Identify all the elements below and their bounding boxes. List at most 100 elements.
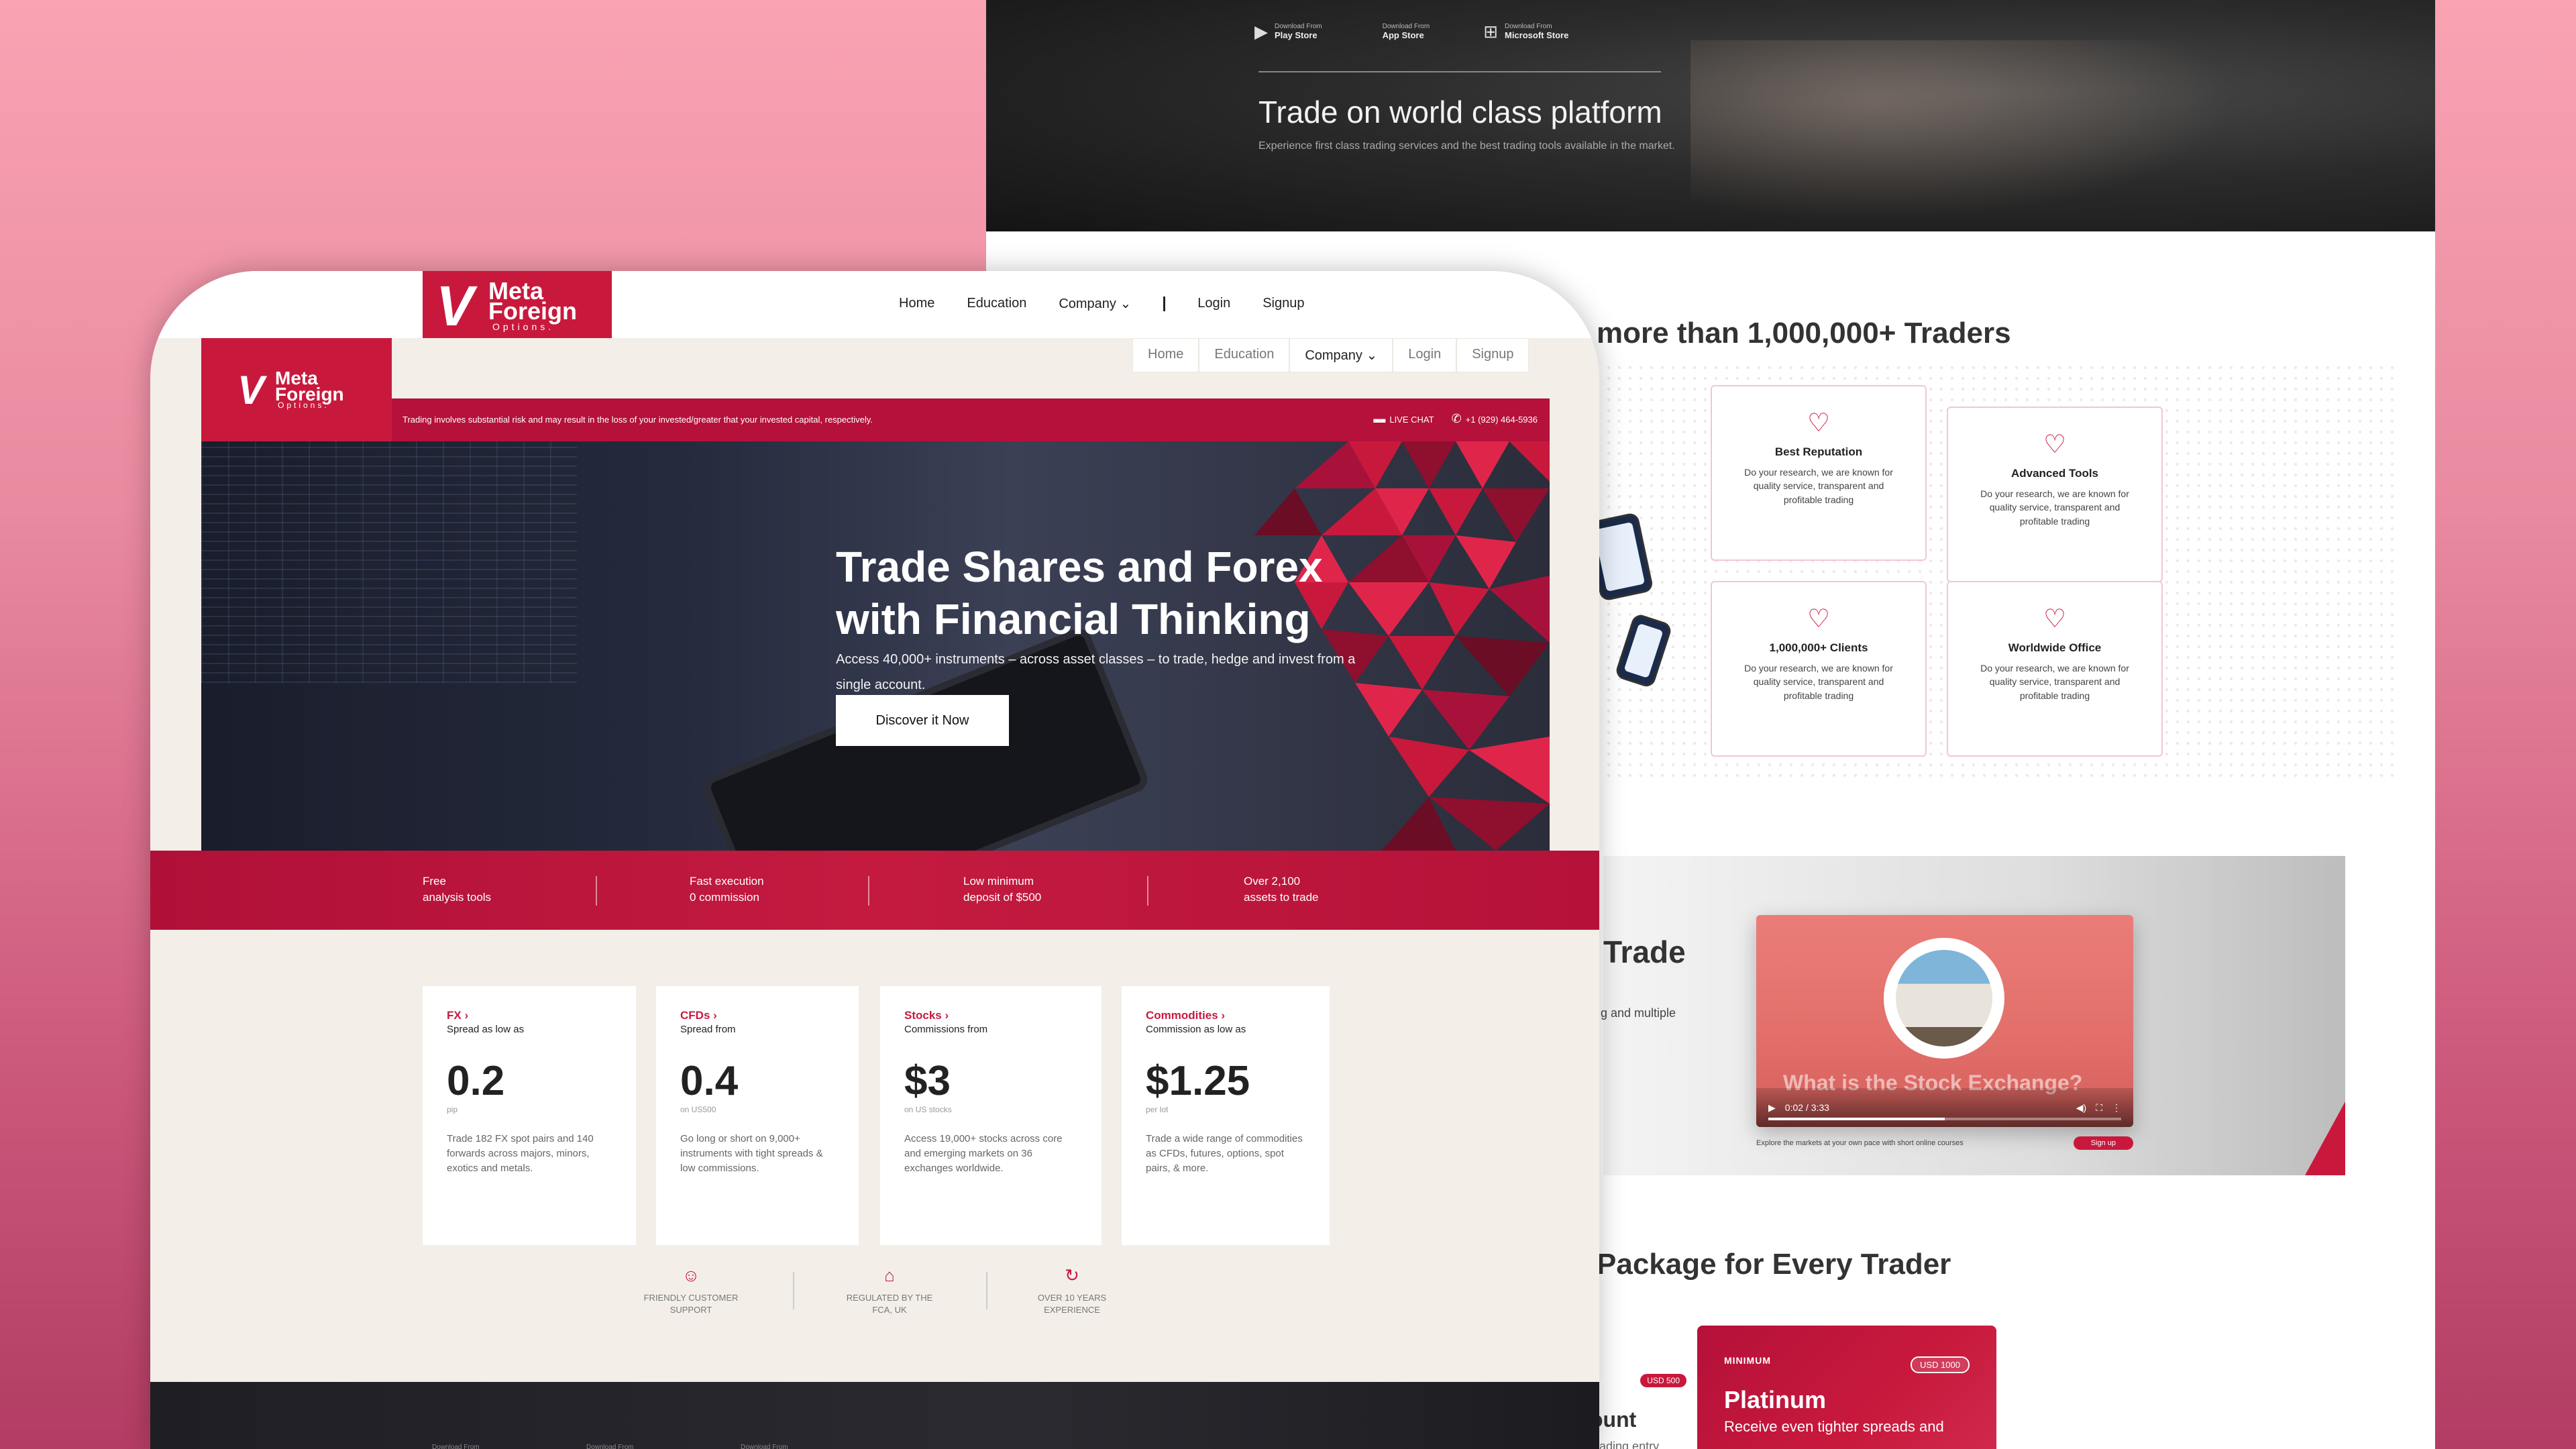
store-download-row: ▶ Download From Play Store Download From A… [1254,23,1568,40]
fullscreen-icon[interactable]: ⛶ [2096,1102,2102,1114]
package-heading: Package for Every Trader [1597,1248,1951,1281]
card-category[interactable]: Commodities › [1146,1009,1305,1022]
award-icon: ♡ [1807,409,1831,437]
video-progress-bar[interactable] [1768,1118,2121,1120]
play-icon[interactable]: ▶ [1768,1102,1776,1114]
badge-line: EXPERIENCE [1044,1305,1100,1316]
support-icon: ☺ [682,1265,700,1285]
bottom-store-link[interactable]: Download From [741,1444,788,1449]
trading-screen-image [201,441,577,683]
card-category[interactable]: Stocks › [904,1009,1077,1022]
card-unit: on US500 [680,1105,716,1114]
bottom-store-link[interactable]: Download From [432,1444,480,1449]
award-icon: ♡ [2043,605,2067,633]
card-value: 0.4 [680,1058,739,1104]
package-card-platinum[interactable]: MINIMUM USD 1000 Platinum Receive even t… [1697,1326,1996,1449]
more-options-icon[interactable]: ⋮ [2112,1102,2121,1114]
badge-line: FCA, UK [872,1305,907,1316]
card-unit: pip [447,1105,458,1114]
app-store-link[interactable]: Download From App Store [1376,23,1430,40]
bottom-store-link[interactable]: Download From [586,1444,634,1449]
feature-card-reputation: ♡ Best Reputation Do your research, we a… [1711,385,1927,561]
card-unit: on US stocks [904,1105,952,1114]
inner-nav-home[interactable]: Home [1132,338,1199,372]
play-store-icon: ▶ [1254,21,1268,42]
badge-line: REGULATED BY THE [846,1293,933,1303]
price-badge: USD 500 [1640,1374,1686,1387]
strip-line: assets to trade [1244,890,1319,904]
live-chat-label: LIVE CHAT [1389,415,1434,425]
brand-logo[interactable]: V Meta Foreign Options. [423,271,612,338]
features-strip: Free analysis tools Fast execution 0 commi… [150,851,1599,930]
explore-text: Explore the markets at your own pace wit… [1756,1139,1964,1147]
award-icon: ♡ [1807,605,1831,633]
market-card-commodities[interactable]: Commodities › Commission as low as $1.25… [1122,986,1330,1245]
card-desc: Trade 182 FX spot pairs and 140 forwards… [447,1133,594,1174]
accent-triangle [2305,1102,2345,1175]
strip-line: Free [423,875,446,888]
geometric-triangles [1254,441,1550,851]
market-card-fx[interactable]: FX › Spread as low as 0.2 pip Trade 182 … [423,986,636,1245]
nav-signup[interactable]: Signup [1263,296,1304,311]
hero-title: Trade Shares and Forex with Financial Th… [836,541,1323,645]
microsoft-store-link[interactable]: ⊞ Download From Microsoft Store [1483,23,1568,40]
divider [1258,71,1661,72]
card-value: $3 [904,1058,951,1104]
card-value: 0.2 [447,1058,505,1104]
phone-link[interactable]: ✆ +1 (929) 464-5936 [1452,412,1538,426]
feature-title: Worldwide Office [2008,641,2102,654]
nav-company[interactable]: Company ⌄ [1059,295,1131,312]
back-hero-subtitle: Experience first class trading services … [1258,140,1675,152]
nav-education[interactable]: Education [967,296,1026,311]
inner-brand-logo[interactable]: V Meta Foreign Options. [201,338,392,441]
feature-desc: Do your research, we are known for quali… [1744,467,1893,505]
signup-button[interactable]: Sign up [2073,1136,2133,1150]
strip-separator [596,876,597,906]
card-category[interactable]: FX › [447,1009,612,1022]
bottom-app-banner: Download From Download From Download Fro… [150,1382,1599,1449]
nav-home[interactable]: Home [899,296,934,311]
package-desc: Receive even tighter spreads and [1724,1418,1944,1435]
logo-text: Options. [492,321,555,332]
trust-badge-regulated: ⌂ REGULATED BY THE FCA, UK [822,1267,957,1316]
market-card-cfds[interactable]: CFDs › Spread from 0.4 on US500 Go long … [656,986,859,1245]
inner-nav-signup[interactable]: Signup [1456,338,1529,372]
badge-line: OVER 10 YEARS [1037,1293,1107,1303]
traders-heading: more than 1,000,000+ Traders [1597,317,2011,350]
hero-subtitle: Access 40,000+ instruments – across asse… [836,652,1356,692]
market-card-stocks[interactable]: Stocks › Commissions from $3 on US stock… [880,986,1102,1245]
play-store-link[interactable]: ▶ Download From Play Store [1254,23,1322,40]
discover-button[interactable]: Discover it Now [836,695,1009,746]
hero-photo [1690,40,2294,231]
nav-separator [1163,296,1166,311]
logo-text: Options. [278,400,329,410]
inner-nav-company[interactable]: Company ⌄ [1289,338,1393,372]
risk-warning-bar: Trading involves substantial risk and ma… [201,398,1550,441]
store-small-label: Download From [1382,23,1430,30]
hero-banner: Trade Shares and Forex with Financial Th… [201,441,1550,851]
strip-item: Free analysis tools [423,873,491,906]
logo-mark: V [436,274,474,337]
feature-card-tools: ♡ Advanced Tools Do your research, we ar… [1947,407,2163,582]
video-time: 0:02 / 3:33 [1784,1102,1829,1113]
video-controls: ▶ 0:02 / 3:33 ◀) ⛶ ⋮ [1756,1088,2133,1127]
card-category[interactable]: CFDs › [680,1009,835,1022]
price-badge: USD 1000 [1911,1356,1970,1373]
card-desc: Go long or short on 9,000+ instruments w… [680,1133,823,1174]
inner-nav-login[interactable]: Login [1393,338,1457,372]
bank-icon: ⌂ [884,1265,895,1285]
video-player[interactable]: What is the Stock Exchange? ▶ 0:02 / 3:3… [1756,915,2133,1127]
volume-icon[interactable]: ◀) [2076,1102,2086,1114]
card-unit: per lot [1146,1105,1169,1114]
risk-warning-text: Trading involves substantial risk and ma… [402,415,873,425]
strip-line: 0 commission [690,890,759,904]
feature-title: Best Reputation [1774,445,1863,458]
live-chat-link[interactable]: ▬ LIVE CHAT [1373,412,1434,426]
package-sub: leading entry [1590,1440,1660,1449]
store-name: App Store [1382,30,1424,40]
back-hero-banner: ▶ Download From Play Store Download From A… [986,0,2435,231]
inner-nav-education[interactable]: Education [1199,338,1290,372]
package-card-basic: USD 500 ount leading entry [1590,1352,1697,1449]
trust-badge-experience: ↻ OVER 10 YEARS EXPERIENCE [1005,1267,1139,1316]
nav-login[interactable]: Login [1197,296,1230,311]
